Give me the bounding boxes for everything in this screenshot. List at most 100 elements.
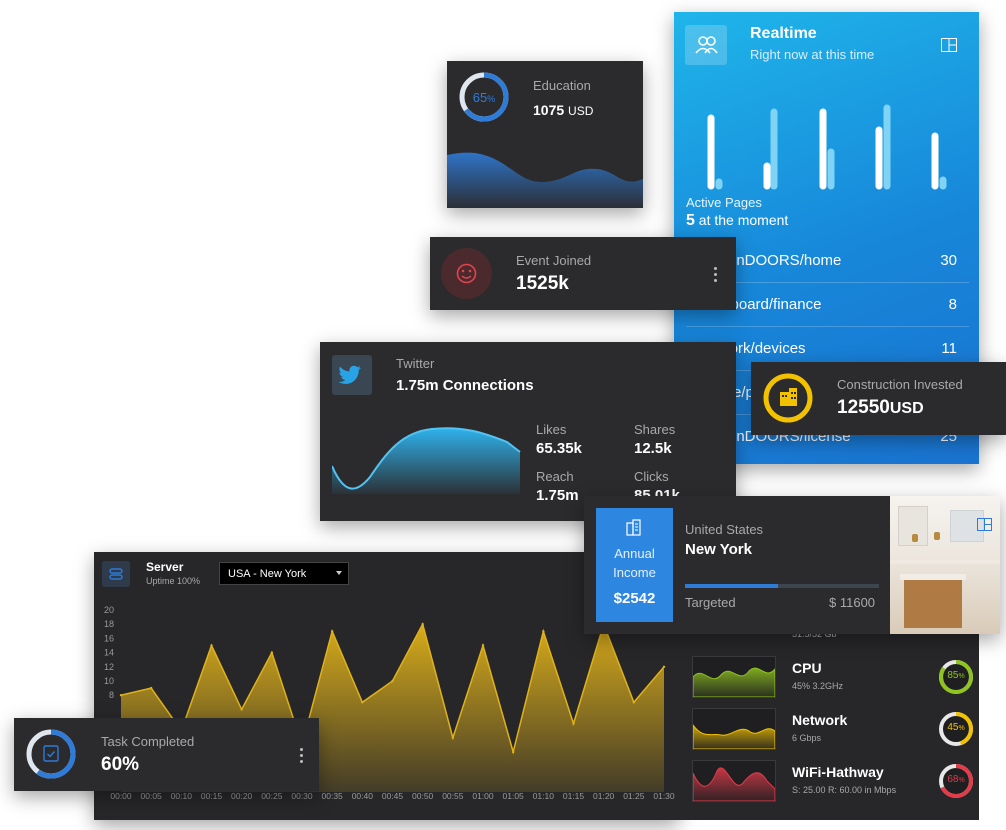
x-tick-label: 00:55 [442,791,464,801]
metric-name: Network [792,712,848,728]
x-tick-label: 01:10 [533,791,555,801]
event-label: Event Joined [516,253,592,268]
metric-sub: 45% 3.2GHz [792,681,844,691]
metric-row[interactable]: Network 6 Gbps 45% [692,708,982,752]
server-icon [102,561,130,587]
layout-icon[interactable] [941,38,957,57]
clicks-label: Clicks [634,469,669,484]
metric-sparkline [692,708,776,750]
reach-value: 1.75m [536,487,579,504]
y-tick-label: 16 [104,633,114,643]
task-ring [26,729,76,779]
x-tick-label: 00:15 [201,791,223,801]
realtime-title: Realtime [750,25,817,42]
data-point [270,651,274,654]
y-tick-label: 8 [109,690,114,700]
realtime-subtitle: Right now at this time [750,47,875,62]
x-tick-label: 01:20 [593,791,615,801]
income-city: New York [685,541,752,558]
y-tick-label: 20 [104,605,114,615]
more-icon[interactable] [714,267,718,285]
metric-percent: 45% [947,722,965,733]
reach-label: Reach [536,469,574,484]
x-tick-label: 00:30 [291,791,313,801]
metric-name: CPU [792,660,822,676]
education-card: 65% Education 1075 USD [447,61,643,208]
data-point [511,750,515,754]
income-card: Annual Income $2542 United States New Yo… [584,496,1000,634]
income-tile: Annual Income $2542 [596,508,673,622]
event-value: 1525k [516,273,569,294]
x-tick-label: 01:15 [563,791,585,801]
twitter-icon [332,355,372,395]
metric-name: WiFi-Hathway [792,764,884,780]
data-point [572,722,575,725]
active-pages-count: 5 [686,212,695,229]
income-target-value: $ 11600 [829,595,876,610]
x-tick-label: 01:05 [503,791,525,801]
shares-value: 12.5k [634,440,672,457]
income-target-label: Targeted [685,595,736,610]
income-tile-amount: $2542 [613,590,656,607]
y-tick-label: 12 [104,662,114,672]
building-icon [763,373,813,423]
income-progress-track [685,584,879,588]
active-pages-label: Active Pages [686,195,762,210]
education-sparkline [447,152,643,208]
users-icon [685,25,727,65]
x-tick-label: 01:25 [623,791,645,801]
metric-sparkline [692,760,776,802]
server-uptime: Uptime 100% [146,576,201,586]
income-country: United States [685,522,764,537]
realtime-bars [707,104,947,190]
metric-row[interactable]: CPU 45% 3.2GHz 85% [692,656,982,700]
chevron-down-icon [336,571,342,575]
data-point [119,694,123,697]
income-tile-line2: Income [613,565,656,580]
education-label: Education [533,78,591,93]
x-tick-label: 00:45 [382,791,404,801]
metric-percent: 68% [947,774,965,785]
construction-label: Construction Invested [837,377,963,392]
x-tick-label: 01:00 [472,791,494,801]
event-card: Event Joined 1525k [430,237,736,310]
data-point [662,665,666,668]
data-point [149,686,153,690]
data-point [421,623,424,626]
income-tile-line1: Annual [614,546,655,561]
twitter-value: 1.75m Connections [396,377,534,394]
likes-label: Likes [536,422,567,437]
smile-icon [441,248,492,299]
income-progress-fill [685,584,779,588]
construction-value: 12550USD [837,397,924,418]
data-point [361,701,364,704]
metric-row[interactable]: WiFi-Hathway S: 25.00 R: 60.00 in Mbps 68% [692,760,982,804]
server-title: Server [146,560,184,574]
y-tick-label: 14 [104,648,114,658]
active-pages-suffix: at the moment [698,212,789,228]
kitchen-photo [890,496,1000,634]
metric-sparkline [692,656,776,698]
data-point [240,708,243,711]
metric-sub: 6 Gbps [792,733,822,743]
y-tick-label: 18 [104,619,114,629]
y-tick-label: 10 [104,676,114,686]
x-tick-label: 01:30 [653,791,675,801]
shares-label: Shares [634,422,676,437]
x-tick-label: 00:05 [141,791,163,801]
x-tick-label: 00:25 [261,791,283,801]
x-tick-label: 00:00 [110,791,132,801]
layout-icon[interactable] [977,518,992,536]
twitter-card: Twitter 1.75m Connections Likes 65.35k S… [320,342,736,521]
location-select[interactable]: USA - New York [219,562,349,585]
location-value: USA - New York [228,568,307,580]
more-icon[interactable] [300,748,304,766]
metric-percent: 85% [947,670,965,681]
education-amount: 1075 USD [533,102,594,118]
x-tick-label: 00:35 [322,791,344,801]
education-percent: 65% [472,90,496,105]
data-point [481,644,485,647]
data-point [210,644,213,647]
data-point [632,701,636,704]
twitter-chart [332,427,521,494]
